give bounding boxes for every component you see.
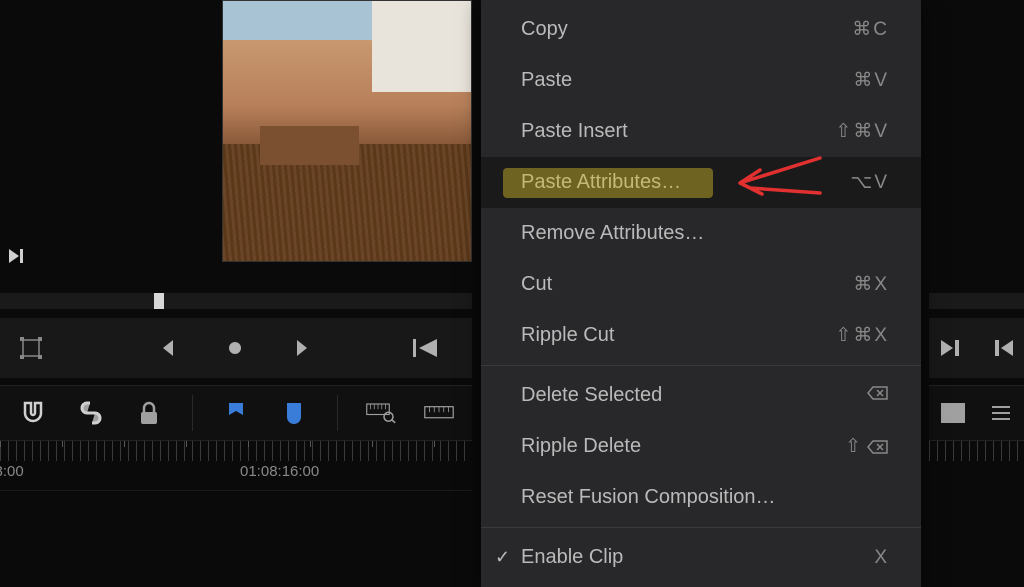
menu-label: Reset Fusion Composition… <box>521 486 776 509</box>
menu-label: Cut <box>521 273 552 296</box>
menu-shortcut: ⌘V <box>853 69 889 92</box>
right-toolrow <box>929 385 1024 441</box>
crop-icon[interactable] <box>16 331 46 365</box>
skip-forward-button[interactable] <box>934 331 968 365</box>
menu-shortcut: ⇧⌘X <box>835 324 889 347</box>
menu-lines-icon[interactable] <box>986 398 1016 428</box>
shift-backspace-icon: ⇧ <box>845 435 889 458</box>
lock-icon[interactable] <box>134 398 164 428</box>
check-icon: ✓ <box>495 547 510 568</box>
menu-item-delete-selected[interactable]: Delete Selected <box>481 370 921 421</box>
menu-label: Ripple Cut <box>521 324 614 347</box>
menu-item-ripple-delete[interactable]: Ripple Delete ⇧ <box>481 421 921 472</box>
menu-label: Paste <box>521 69 572 92</box>
timeline-ruler[interactable]: :08:00 01:08:16:00 <box>0 441 472 491</box>
menu-separator <box>481 527 921 528</box>
timecode-label-2: 01:08:16:00 <box>240 463 319 480</box>
menu-label: Copy <box>521 18 568 41</box>
skip-back-button[interactable] <box>408 331 442 365</box>
transport-toolbar <box>0 318 472 378</box>
keyframe-icon[interactable] <box>218 331 252 365</box>
menu-label: Ripple Delete <box>521 435 641 458</box>
menu-item-ripple-cut[interactable]: Ripple Cut ⇧⌘X <box>481 310 921 361</box>
magnet-icon[interactable] <box>18 398 48 428</box>
right-ruler[interactable] <box>929 441 1024 491</box>
scrubber-thumb[interactable] <box>154 293 164 309</box>
menu-shortcut: ⇧⌘V <box>835 120 889 143</box>
zoom-ruler-icon[interactable] <box>366 398 396 428</box>
menu-label: Delete Selected <box>521 384 662 407</box>
skip-end-button[interactable] <box>0 240 32 272</box>
menu-label: Paste Attributes… <box>521 171 681 194</box>
timecode-label-1: :08:00 <box>0 463 24 480</box>
marker-icon[interactable] <box>279 398 309 428</box>
menu-shortcut: ⌘C <box>852 18 889 41</box>
menu-shortcut: ⌘X <box>853 273 889 296</box>
timeline-toolrow <box>0 385 472 441</box>
menu-item-paste[interactable]: Paste ⌘V <box>481 55 921 106</box>
link-icon[interactable] <box>76 398 106 428</box>
menu-item-reset-fusion[interactable]: Reset Fusion Composition… <box>481 472 921 523</box>
ruler-icon[interactable] <box>424 398 454 428</box>
menu-label: Enable Clip <box>521 546 623 569</box>
menu-separator <box>481 365 921 366</box>
scrubber-track[interactable] <box>0 293 472 309</box>
menu-shortcut: ⌥V <box>850 171 889 194</box>
right-scrubber[interactable] <box>929 293 1024 309</box>
menu-label: Remove Attributes… <box>521 222 704 245</box>
backspace-icon <box>867 385 889 407</box>
menu-shortcut: X <box>874 547 889 569</box>
prev-keyframe-icon[interactable] <box>150 331 184 365</box>
menu-item-cut[interactable]: Cut ⌘X <box>481 259 921 310</box>
context-menu: Copy ⌘C Paste ⌘V Paste Insert ⇧⌘V Paste … <box>481 0 921 587</box>
menu-label: Paste Insert <box>521 120 628 143</box>
menu-item-copy[interactable]: Copy ⌘C <box>481 4 921 55</box>
right-transport <box>929 318 1024 378</box>
split-view-icon[interactable] <box>938 398 968 428</box>
menu-item-paste-insert[interactable]: Paste Insert ⇧⌘V <box>481 106 921 157</box>
next-keyframe-icon[interactable] <box>286 331 320 365</box>
preview-thumbnail <box>222 0 472 262</box>
skip-back-button-right[interactable] <box>986 331 1020 365</box>
menu-item-enable-clip[interactable]: ✓ Enable Clip X <box>481 532 921 583</box>
menu-item-paste-attributes[interactable]: Paste Attributes… ⌥V <box>481 157 921 208</box>
menu-item-remove-attributes[interactable]: Remove Attributes… <box>481 208 921 259</box>
flag-marker-icon[interactable] <box>221 398 251 428</box>
